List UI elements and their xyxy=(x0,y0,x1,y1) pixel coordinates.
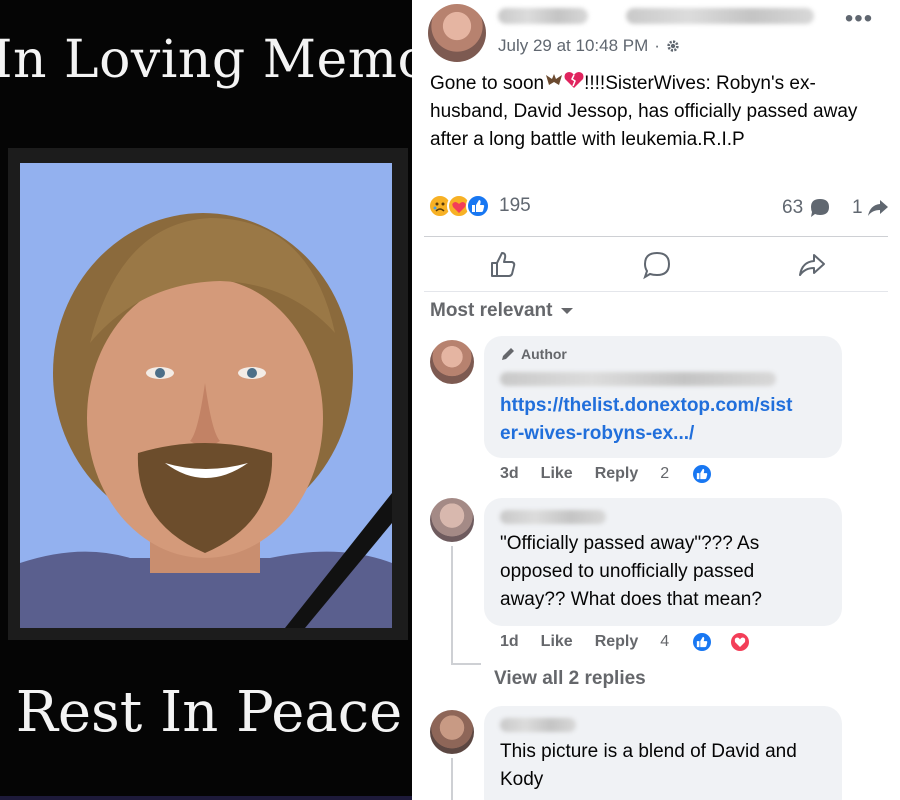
comment-bubble: This picture is a blend of David and Kod… xyxy=(484,706,842,800)
link-line-2[interactable]: er-wives-robyns-ex.../ xyxy=(500,420,792,448)
actions-divider xyxy=(424,291,888,292)
comment-reply-button[interactable]: Reply xyxy=(595,465,639,483)
comment-time[interactable]: 3d xyxy=(500,465,519,483)
comment-icon xyxy=(643,251,671,280)
comment-like-button[interactable]: Like xyxy=(541,465,573,483)
share-icon xyxy=(799,254,825,276)
like-reaction-icon xyxy=(691,463,714,485)
author-badge-label: Author xyxy=(521,346,567,362)
reply-thread-line xyxy=(451,546,453,664)
view-replies-link[interactable]: View all 2 replies xyxy=(494,668,646,690)
memorial-header: In Loving Memory xyxy=(0,30,412,90)
broken-heart-icon xyxy=(564,72,584,88)
post-text: Gone to soon !!!!SisterWives: Robyn's ex-… xyxy=(430,70,880,154)
comment-button[interactable] xyxy=(642,250,672,280)
comment-count-value: 63 xyxy=(782,197,804,218)
facebook-post: July 29 at 10:48 PM · ••• Gone to soon!!… xyxy=(412,0,900,800)
commenter-name-redacted[interactable] xyxy=(500,718,576,732)
reaction-summary[interactable]: 195 xyxy=(428,194,531,218)
group-name-redacted[interactable] xyxy=(626,8,814,24)
memorial-portrait xyxy=(20,163,392,628)
commenter-avatar[interactable] xyxy=(430,710,474,754)
bottom-strip xyxy=(0,796,412,800)
comment-reaction-count: 4 xyxy=(660,633,670,650)
comment-sort-dropdown[interactable]: Most relevant xyxy=(430,300,574,322)
share-count[interactable]: 1 xyxy=(852,197,889,219)
comment-bubble: "Officially passed away"??? As opposed t… xyxy=(484,498,842,626)
comment-count[interactable]: 63 xyxy=(782,197,831,219)
more-options-button[interactable]: ••• xyxy=(844,7,874,34)
post-divider xyxy=(424,236,888,237)
commenter-name-redacted[interactable] xyxy=(500,510,606,524)
memorial-footer: Rest In Peace xyxy=(15,680,403,745)
poster-name-redacted[interactable] xyxy=(498,8,588,24)
sort-label: Most relevant xyxy=(430,300,553,321)
post-text-start: Gone to soon xyxy=(430,73,545,94)
reply-thread-line xyxy=(451,758,453,800)
comment-reply-button[interactable]: Reply xyxy=(595,633,639,651)
like-reaction-icon xyxy=(691,631,714,653)
memorial-image: In Loving Memory xyxy=(0,0,412,800)
meta-separator: · xyxy=(654,36,660,55)
author-badge: Author xyxy=(500,346,567,362)
gear-icon xyxy=(667,40,679,52)
share-button[interactable] xyxy=(797,250,827,280)
comment-link[interactable]: https://thelist.donextop.com/sist er-wiv… xyxy=(500,392,792,448)
commenter-name-redacted[interactable] xyxy=(500,372,776,386)
comment-reaction-count: 2 xyxy=(660,465,670,482)
comment-actions: 1d Like Reply 4 xyxy=(500,631,795,653)
comment-reactions[interactable]: 4 xyxy=(660,631,773,653)
comment-actions: 3d Like Reply 2 xyxy=(500,463,757,485)
commenter-avatar[interactable] xyxy=(430,498,474,542)
comment-like-button[interactable]: Like xyxy=(541,633,573,651)
reaction-count: 195 xyxy=(499,195,531,216)
comment-bubble-icon xyxy=(811,199,830,217)
post-timestamp[interactable]: July 29 at 10:48 PM xyxy=(498,36,648,56)
pencil-icon xyxy=(502,348,514,360)
like-reaction-icon xyxy=(466,194,490,218)
post-meta: July 29 at 10:48 PM · xyxy=(498,36,680,56)
poster-avatar[interactable] xyxy=(428,4,486,62)
comment-text: "Officially passed away"??? As opposed t… xyxy=(500,533,762,610)
share-arrow-icon xyxy=(867,200,888,216)
bat-emoji-icon xyxy=(546,74,563,85)
comment-text: This picture is a blend of David and Kod… xyxy=(500,741,797,790)
thumbs-up-icon xyxy=(491,252,516,277)
share-count-value: 1 xyxy=(852,197,863,218)
like-button[interactable] xyxy=(488,250,518,280)
reply-thread-branch xyxy=(451,663,481,665)
caret-down-icon xyxy=(561,308,574,314)
comment-reactions[interactable]: 2 xyxy=(660,463,735,485)
comment-time[interactable]: 1d xyxy=(500,633,519,651)
link-line-1[interactable]: https://thelist.donextop.com/sist xyxy=(500,392,792,420)
author-avatar[interactable] xyxy=(430,340,474,384)
love-reaction-icon xyxy=(729,631,752,653)
comment-bubble: Author https://thelist.donextop.com/sist… xyxy=(484,336,842,458)
